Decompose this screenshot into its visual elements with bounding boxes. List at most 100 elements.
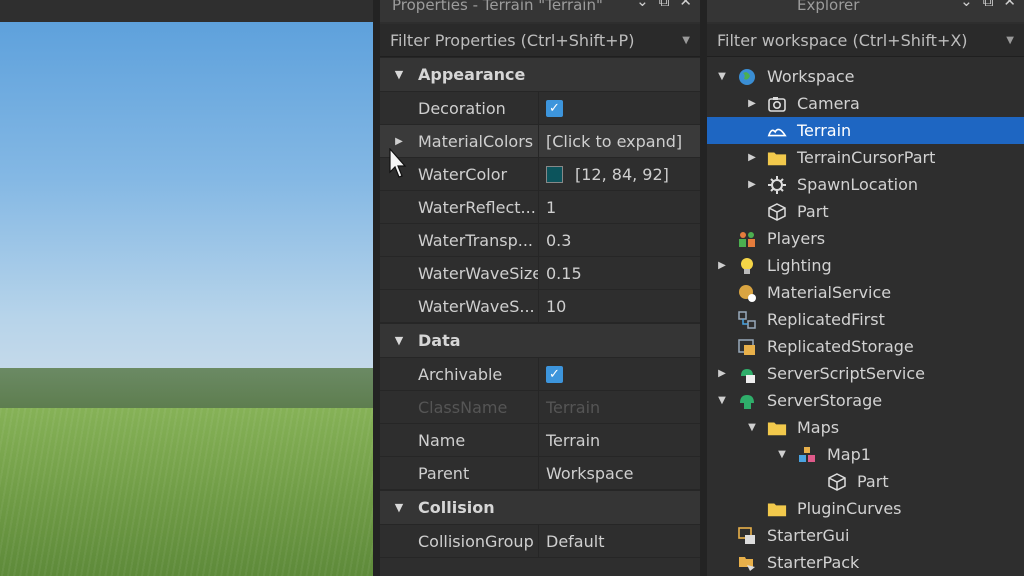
property-value[interactable]: Terrain: [538, 424, 600, 456]
property-row[interactable]: Name Terrain: [380, 424, 700, 457]
chevron-down-icon[interactable]: ⌄: [636, 0, 649, 10]
property-row[interactable]: ClassName Terrain: [380, 391, 700, 424]
checkbox[interactable]: ✓: [546, 365, 563, 383]
property-value[interactable]: ✓: [538, 358, 563, 390]
tree-item-label: TerrainCursorPart: [797, 148, 936, 167]
chevron-down-icon[interactable]: ⌄: [960, 0, 973, 10]
tree-item[interactable]: Players: [707, 225, 1024, 252]
tree-item[interactable]: ▶ Camera: [707, 90, 1024, 117]
property-row[interactable]: WaterReflect... 1: [380, 191, 700, 224]
property-value[interactable]: ✓: [538, 92, 563, 124]
tree-item[interactable]: ▶ Lighting: [707, 252, 1024, 279]
property-value[interactable]: 1: [538, 191, 556, 223]
section-title: Collision: [418, 498, 495, 517]
folder-icon: [767, 148, 787, 168]
property-row[interactable]: Parent Workspace: [380, 457, 700, 490]
collapse-arrow-icon[interactable]: ▼: [775, 449, 789, 460]
panel-divider[interactable]: [700, 0, 707, 576]
tree-item-label: StarterGui: [767, 526, 850, 545]
folder-icon: [767, 499, 787, 519]
property-value[interactable]: Default: [538, 525, 604, 557]
tree-item[interactable]: ▼ Workspace: [707, 63, 1024, 90]
property-value[interactable]: 0.15: [538, 257, 582, 289]
tree-item[interactable]: ▶ ServerScriptService: [707, 360, 1024, 387]
property-row[interactable]: WaterColor [12, 84, 92]: [380, 158, 700, 191]
expand-arrow-icon[interactable]: ▶: [745, 98, 759, 109]
viewport[interactable]: [0, 0, 373, 576]
tree-item[interactable]: Part: [707, 468, 1024, 495]
expand-arrow-icon[interactable]: ▶: [715, 260, 729, 271]
property-row[interactable]: Archivable ✓: [380, 358, 700, 391]
property-value-text: 10: [546, 296, 567, 316]
model-icon: [797, 445, 817, 465]
property-row[interactable]: ▶ MaterialColors [Click to expand]: [380, 125, 700, 158]
expand-arrow-icon[interactable]: ▶: [380, 136, 418, 147]
tree-item-label: PluginCurves: [797, 499, 902, 518]
property-row[interactable]: CollisionGroup Default: [380, 525, 700, 558]
tree-item[interactable]: ▼ Map1: [707, 441, 1024, 468]
collapse-arrow-icon[interactable]: ▼: [745, 422, 759, 433]
collapse-arrow-icon[interactable]: ▼: [715, 71, 729, 82]
property-row[interactable]: WaterWaveS... 10: [380, 290, 700, 323]
property-name: MaterialColors: [418, 131, 534, 151]
tree-item[interactable]: StarterGui: [707, 522, 1024, 549]
viewport-sky: [0, 22, 373, 370]
tree-item[interactable]: StarterPack: [707, 549, 1024, 576]
part-icon: [767, 202, 787, 222]
property-section-appearance[interactable]: ▼ Appearance: [380, 57, 700, 92]
server-script-service-icon: [737, 364, 757, 384]
section-title: Appearance: [418, 65, 526, 84]
property-name: ClassName: [418, 397, 508, 417]
expand-arrow-icon[interactable]: ▶: [715, 368, 729, 379]
tree-item[interactable]: ▶ TerrainCursorPart: [707, 144, 1024, 171]
tree-item[interactable]: ▼ Maps: [707, 414, 1024, 441]
checkbox[interactable]: ✓: [546, 99, 563, 117]
tree-item[interactable]: ReplicatedFirst: [707, 306, 1024, 333]
property-value[interactable]: 10: [538, 290, 566, 322]
tree-item-label: Part: [797, 202, 829, 221]
camera-icon: [767, 94, 787, 114]
property-row[interactable]: WaterTransp... 0.3: [380, 224, 700, 257]
tree-item[interactable]: Part: [707, 198, 1024, 225]
viewport-divider[interactable]: [373, 0, 380, 576]
properties-list: ▼ Appearance Decoration ✓ ▶ MaterialColors [Cl…: [380, 57, 700, 558]
tree-item[interactable]: Terrain: [707, 117, 1024, 144]
tree-item[interactable]: ▼ ServerStorage: [707, 387, 1024, 414]
property-value[interactable]: 0.3: [538, 224, 571, 256]
tree-item[interactable]: PluginCurves: [707, 495, 1024, 522]
property-row[interactable]: WaterWaveSize 0.15: [380, 257, 700, 290]
close-icon[interactable]: ✕: [679, 0, 692, 10]
tree-item-label: Terrain: [797, 121, 852, 140]
properties-filter-input[interactable]: Filter Properties (Ctrl+Shift+P) ▼: [380, 24, 700, 57]
tree-item[interactable]: ▶ SpawnLocation: [707, 171, 1024, 198]
close-icon[interactable]: ✕: [1003, 0, 1016, 10]
color-swatch[interactable]: [546, 165, 563, 183]
tree-item[interactable]: ReplicatedStorage: [707, 333, 1024, 360]
expand-arrow-icon[interactable]: ▶: [745, 179, 759, 190]
chevron-down-icon[interactable]: ▼: [1006, 35, 1014, 46]
section-caret-icon[interactable]: ▼: [380, 334, 418, 347]
section-caret-icon[interactable]: ▼: [380, 68, 418, 81]
property-section-data[interactable]: ▼ Data: [380, 323, 700, 358]
starter-gui-icon: [737, 526, 757, 546]
players-icon: [737, 229, 757, 249]
collapse-arrow-icon[interactable]: ▼: [715, 395, 729, 406]
property-value[interactable]: [12, 84, 92]: [538, 158, 669, 190]
tree-item[interactable]: MaterialService: [707, 279, 1024, 306]
property-value[interactable]: Workspace: [538, 457, 633, 489]
property-name: WaterTransp...: [418, 230, 533, 250]
property-value[interactable]: [Click to expand]: [538, 125, 682, 157]
property-row[interactable]: Decoration ✓: [380, 92, 700, 125]
expand-arrow-icon[interactable]: ▶: [745, 152, 759, 163]
tree-item-label: MaterialService: [767, 283, 892, 302]
starter-pack-icon: [737, 553, 757, 573]
section-caret-icon[interactable]: ▼: [380, 501, 418, 514]
property-section-collision[interactable]: ▼ Collision: [380, 490, 700, 525]
explorer-filter-placeholder: Filter workspace (Ctrl+Shift+X): [717, 30, 968, 50]
property-name: WaterWaveSize: [418, 263, 538, 283]
undock-icon[interactable]: ⧉: [659, 0, 670, 10]
explorer-filter-input[interactable]: Filter workspace (Ctrl+Shift+X) ▼: [707, 24, 1024, 57]
property-name: Archivable: [418, 364, 503, 384]
chevron-down-icon[interactable]: ▼: [682, 35, 690, 46]
undock-icon[interactable]: ⧉: [983, 0, 994, 10]
